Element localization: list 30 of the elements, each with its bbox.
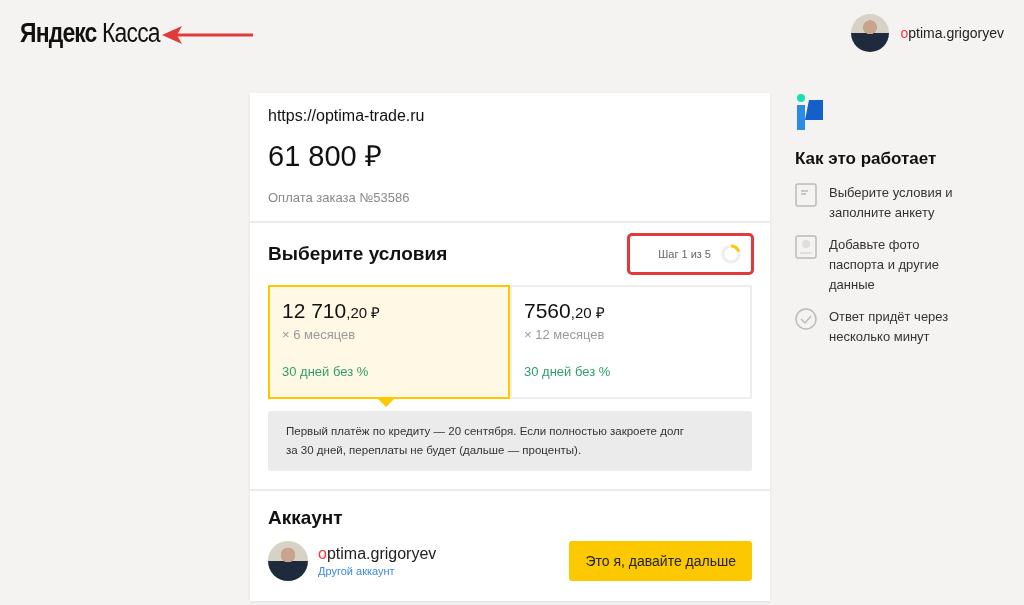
account-name: optima.grigoryev	[318, 545, 437, 563]
site-url: https://optima-trade.ru	[268, 107, 426, 125]
section-title: Выберите условия	[268, 243, 448, 265]
avatar[interactable]	[850, 14, 889, 52]
plan-price: 12 710,20 ₽	[282, 299, 382, 323]
plan-option[interactable]: 7560,20 ₽ × 12 месяцев 30 дней без %	[510, 285, 752, 399]
step-indicator: Шаг 1 из 5	[627, 233, 754, 275]
other-account-link[interactable]: Другой аккаунт	[318, 565, 437, 577]
passport-icon	[795, 235, 817, 259]
logo: Яндекс Касса	[20, 17, 160, 49]
step-description: Ответ придёт через несколько минут	[829, 308, 950, 346]
section-title: Аккаунт	[268, 507, 344, 529]
payment-note: Первый платёж по кредиту — 20 сентября. Если полностью закроете долг за 30 дней, переплаты не будет (дальше — проценты).	[268, 411, 752, 471]
plan-option[interactable]: 12 710,20 ₽ × 6 месяцев 30 дней без %	[268, 285, 510, 399]
step-description: Добавьте фото паспорта и другие данные	[829, 236, 940, 294]
order-description: Оплата заказа №53586	[268, 190, 411, 205]
order-amount: 61 800 ₽	[268, 139, 383, 174]
check-circle-icon	[795, 307, 817, 331]
plan-term: × 6 месяцев	[282, 327, 357, 342]
side-title: Как это работает	[795, 149, 938, 169]
plan-promo: 30 дней без %	[524, 364, 612, 379]
plan-promo: 30 дней без %	[282, 364, 370, 379]
plan-price: 7560,20 ₽	[524, 299, 606, 323]
form-icon	[795, 183, 817, 207]
user-name: optima.grigoryev	[900, 25, 1004, 41]
confirm-button[interactable]: Это я, давайте дальше	[569, 541, 752, 581]
logo-icon	[795, 93, 825, 131]
plan-term: × 12 месяцев	[524, 327, 606, 342]
step-description: Выберите условия и заполните анкету	[829, 184, 954, 222]
avatar	[268, 541, 308, 581]
